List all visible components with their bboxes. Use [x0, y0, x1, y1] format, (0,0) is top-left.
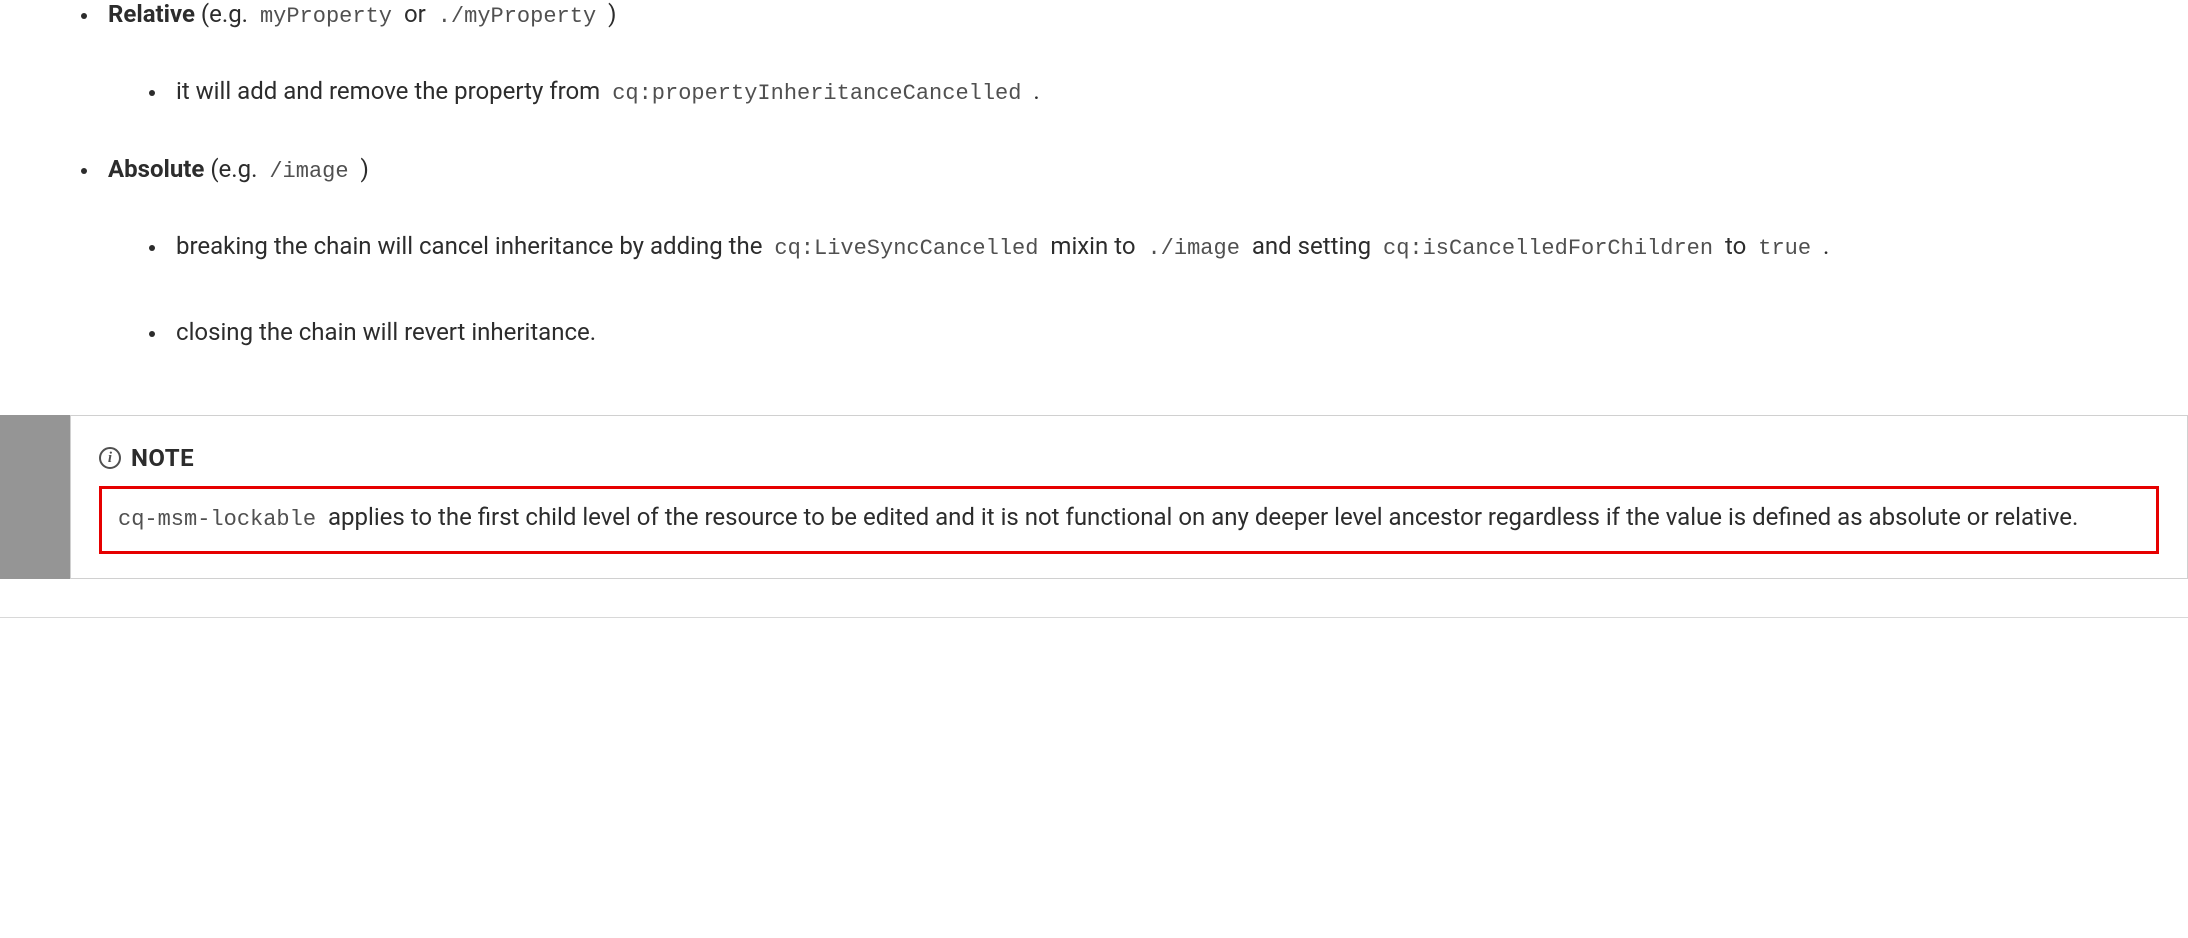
absolute-eg-close: )	[355, 155, 369, 183]
absolute-code-1: /image	[263, 159, 354, 184]
relative-eg-open: (e.g.	[201, 0, 254, 28]
note-header: i NOTE	[99, 444, 2159, 472]
note-callout: i NOTE cq-msm-lockable applies to the fi…	[0, 415, 2188, 578]
absolute-sublist: breaking the chain will cancel inheritan…	[108, 224, 2128, 355]
relative-sub1-code: cq:propertyInheritanceCancelled	[606, 81, 1027, 106]
absolute-sub1-code3: cq:isCancelledForChildren	[1377, 236, 1719, 261]
outer-bullet-list: Relative (e.g. myProperty or ./myPropert…	[60, 0, 2128, 355]
absolute-sub2-text: closing the chain will revert inheritanc…	[176, 318, 596, 346]
document-content: Relative (e.g. myProperty or ./myPropert…	[0, 0, 2188, 355]
absolute-sub1-code4: true	[1752, 236, 1817, 261]
absolute-sub1-mid2: and setting	[1246, 232, 1377, 260]
absolute-sub1-suffix: .	[1817, 232, 1829, 260]
absolute-sub1-prefix: breaking the chain will cancel inheritan…	[176, 232, 768, 260]
bottom-divider	[0, 617, 2188, 618]
relative-eg-close: )	[602, 0, 616, 28]
relative-code-2: ./myProperty	[432, 4, 602, 29]
relative-sublist: it will add and remove the property from…	[108, 69, 2128, 115]
note-body-text: applies to the first child level of the …	[322, 503, 2078, 531]
relative-label: Relative	[108, 0, 195, 28]
absolute-eg-open: (e.g.	[210, 155, 263, 183]
absolute-sub1-mid1: mixin to	[1044, 232, 1141, 260]
relative-or: or	[398, 0, 432, 28]
absolute-sub1-code2: ./image	[1141, 236, 1245, 261]
note-body: cq-msm-lockable applies to the first chi…	[99, 486, 2159, 553]
relative-sub1-suffix: .	[1027, 77, 1039, 105]
relative-sub1-prefix: it will add and remove the property from	[176, 77, 606, 105]
info-icon: i	[99, 447, 121, 469]
absolute-sub1-mid3: to	[1719, 232, 1752, 260]
absolute-sub1-code1: cq:LiveSyncCancelled	[768, 236, 1044, 261]
absolute-label: Absolute	[108, 155, 204, 183]
relative-code-1: myProperty	[254, 4, 398, 29]
note-box: i NOTE cq-msm-lockable applies to the fi…	[70, 415, 2188, 578]
absolute-sub-2: closing the chain will revert inheritanc…	[168, 310, 2128, 356]
note-accent-bar	[0, 415, 70, 578]
absolute-sub-1: breaking the chain will cancel inheritan…	[168, 224, 2128, 270]
relative-item: Relative (e.g. myProperty or ./myPropert…	[100, 0, 2128, 115]
absolute-item: Absolute (e.g. /image ) breaking the cha…	[100, 155, 2128, 355]
relative-sub-1: it will add and remove the property from…	[168, 69, 2128, 115]
note-body-code: cq-msm-lockable	[112, 507, 322, 532]
note-label: NOTE	[131, 444, 194, 472]
